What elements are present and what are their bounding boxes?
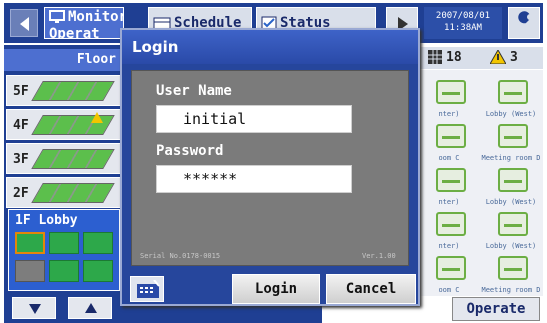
air-conditioner-icon bbox=[498, 256, 528, 280]
floor-label: 2F bbox=[13, 186, 29, 201]
warning-icon bbox=[91, 112, 103, 123]
unit-tile[interactable] bbox=[49, 232, 79, 254]
floor-building-icon bbox=[31, 81, 115, 101]
air-conditioner-icon bbox=[436, 124, 466, 148]
air-conditioner-icon bbox=[436, 80, 466, 104]
unit-tile[interactable] bbox=[49, 260, 79, 282]
scroll-up-button[interactable] bbox=[68, 297, 112, 319]
version-text: Ver.1.00 bbox=[362, 252, 396, 260]
screen: Monitor/ Operat Schedule Status 2007/08/… bbox=[0, 0, 547, 323]
room-grid: nter) Lobby (West) oom C Meeting room D … bbox=[418, 70, 543, 296]
grid-icon bbox=[428, 50, 442, 66]
air-conditioner-icon bbox=[498, 80, 528, 104]
date-time-display: 2007/08/01 11:38AM bbox=[424, 7, 502, 39]
room-name: Meeting room D bbox=[481, 286, 541, 294]
username-label: User Name bbox=[156, 83, 232, 99]
unit-tile[interactable] bbox=[83, 260, 113, 282]
air-conditioner-icon bbox=[498, 168, 528, 192]
floor-tab[interactable]: Floor bbox=[4, 49, 122, 71]
air-conditioner-icon bbox=[436, 212, 466, 236]
date-text: 2007/08/01 bbox=[435, 11, 491, 21]
scroll-down-button[interactable] bbox=[12, 297, 56, 319]
password-label: Password bbox=[156, 143, 224, 159]
air-conditioner-icon bbox=[498, 124, 528, 148]
operate-button[interactable]: Operate bbox=[452, 297, 540, 321]
password-field[interactable]: ****** bbox=[156, 165, 352, 193]
floor-label: 5F bbox=[13, 84, 29, 99]
selected-floor-lobby[interactable]: 1F Lobby bbox=[8, 209, 120, 291]
floor-button-5f[interactable]: 5F bbox=[6, 75, 122, 106]
floor-label: 4F bbox=[13, 118, 29, 133]
floor-button-3f[interactable]: 3F bbox=[6, 143, 122, 174]
wrench-icon bbox=[509, 11, 539, 42]
unit-tile[interactable] bbox=[15, 260, 45, 282]
cancel-button[interactable]: Cancel bbox=[326, 274, 416, 304]
floor-label: 3F bbox=[13, 152, 29, 167]
username-field[interactable]: initial bbox=[156, 105, 352, 133]
floor-button-2f[interactable]: 2F bbox=[6, 177, 122, 208]
login-dialog: Login User Name initial Password ****** … bbox=[120, 28, 420, 306]
unit-count: 18 bbox=[446, 50, 462, 65]
floor-building-icon bbox=[31, 149, 115, 169]
warning-count: 3 bbox=[510, 50, 518, 65]
floor-button-4f[interactable]: 4F bbox=[6, 109, 122, 140]
selected-floor-label: 1F Lobby bbox=[15, 213, 78, 228]
serial-number: Serial No.0178-0015 bbox=[140, 252, 221, 260]
floor-panel: Floor 5F 4F 3F 2F 1F Lobby bbox=[4, 45, 126, 323]
monitor-icon bbox=[49, 10, 65, 27]
login-button[interactable]: Login bbox=[232, 274, 320, 304]
status-counters: 18 3 bbox=[418, 47, 543, 69]
air-conditioner-icon bbox=[436, 256, 466, 280]
time-text: 11:38AM bbox=[444, 23, 482, 33]
room-tile[interactable]: oom C bbox=[418, 246, 480, 296]
keyboard-button[interactable] bbox=[130, 276, 164, 302]
room-tile[interactable]: Meeting room D bbox=[480, 246, 542, 296]
room-name: oom C bbox=[438, 286, 460, 294]
unit-tile[interactable] bbox=[15, 232, 45, 254]
tab-monitor-label-1: Monitor/ bbox=[68, 9, 123, 25]
tab-monitor-label-2: Operat bbox=[49, 26, 100, 39]
settings-button[interactable] bbox=[508, 7, 540, 39]
login-form: User Name initial Password ****** Serial… bbox=[131, 70, 409, 266]
unit-tile[interactable] bbox=[83, 232, 113, 254]
warning-icon bbox=[489, 48, 507, 66]
floor-building-icon bbox=[31, 183, 115, 203]
air-conditioner-icon bbox=[498, 212, 528, 236]
tab-monitor-operation[interactable]: Monitor/ Operat bbox=[44, 7, 124, 39]
air-conditioner-icon bbox=[436, 168, 466, 192]
back-arrow-button[interactable] bbox=[10, 9, 38, 37]
dialog-title: Login bbox=[122, 30, 418, 64]
